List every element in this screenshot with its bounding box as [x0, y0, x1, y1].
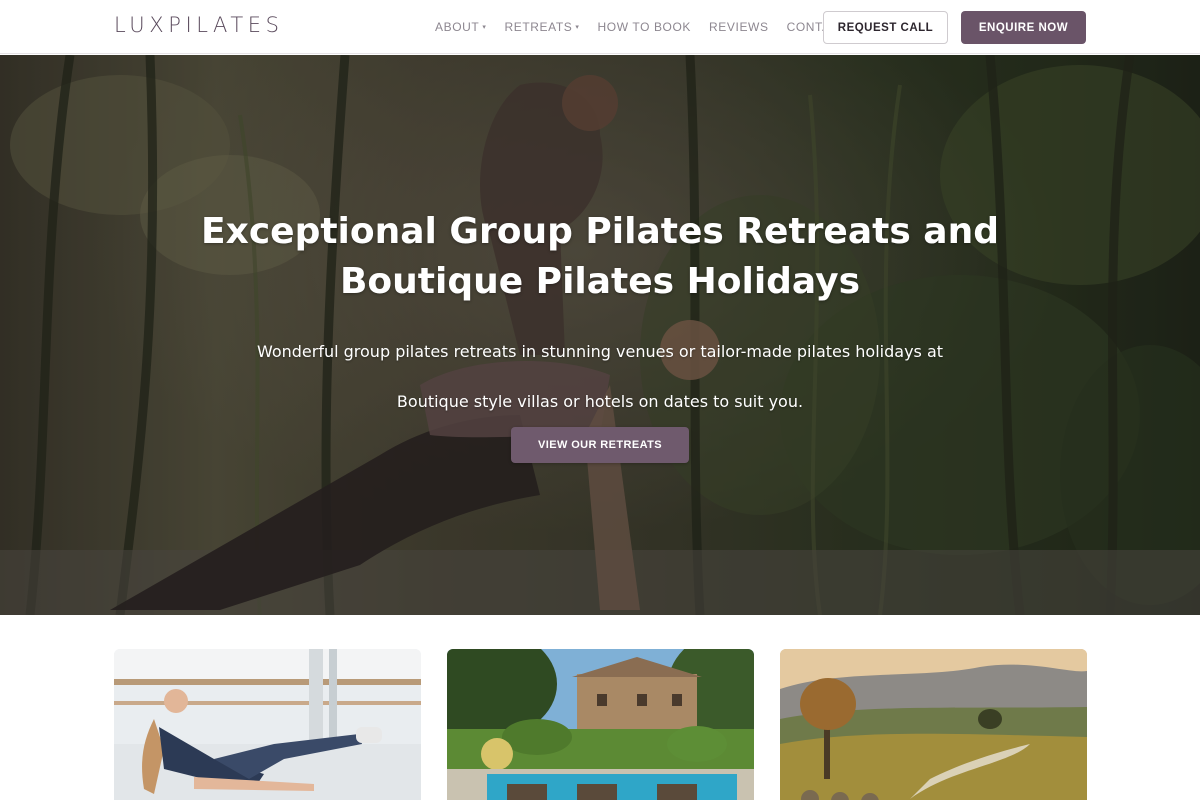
nav-item-reviews[interactable]: REVIEWS: [709, 20, 769, 34]
retreat-card[interactable]: [780, 649, 1087, 800]
site-logo[interactable]: LUXPILATES: [114, 13, 284, 37]
main-nav: ABOUT ▾ RETREATS ▾ HOW TO BOOK REVIEWS C…: [435, 20, 866, 34]
retreat-card[interactable]: [114, 649, 421, 800]
hero-title-line: Exceptional Group Pilates Retreats and: [201, 211, 999, 252]
nav-item-about[interactable]: ABOUT ▾: [435, 20, 486, 34]
request-call-button[interactable]: REQUEST CALL: [823, 11, 948, 44]
pilates-studio-photo: [114, 649, 421, 800]
hero-section: Exceptional Group Pilates Retreats and B…: [0, 55, 1200, 615]
nav-item-label: RETREATS: [504, 20, 573, 34]
hero-subtitle-line: Wonderful group pilates retreats in stun…: [256, 342, 944, 361]
site-header: LUXPILATES ABOUT ▾ RETREATS ▾ HOW TO BOO…: [0, 0, 1200, 54]
chevron-down-icon: ▾: [482, 24, 487, 31]
chevron-down-icon: ▾: [575, 24, 580, 31]
hero-title-line: Boutique Pilates Holidays: [339, 261, 861, 302]
countryside-landscape-photo: [780, 649, 1087, 800]
nav-item-label: ABOUT: [435, 20, 480, 34]
nav-item-label: REVIEWS: [709, 20, 769, 34]
nav-item-retreats[interactable]: RETREATS ▾: [504, 20, 579, 34]
nav-item-label: HOW TO BOOK: [597, 20, 692, 34]
hero-title: Exceptional Group Pilates Retreats and B…: [150, 207, 1050, 307]
retreat-card[interactable]: [447, 649, 754, 800]
enquire-now-button[interactable]: ENQUIRE NOW: [961, 11, 1086, 44]
villa-pool-photo: [447, 649, 754, 800]
hero-subtitle: Wonderful group pilates retreats in stun…: [200, 327, 1000, 427]
hero-subtitle-line: Boutique style villas or hotels on dates…: [396, 392, 804, 411]
view-retreats-button[interactable]: VIEW OUR RETREATS: [511, 427, 689, 463]
nav-item-how-to-book[interactable]: HOW TO BOOK: [598, 20, 692, 34]
